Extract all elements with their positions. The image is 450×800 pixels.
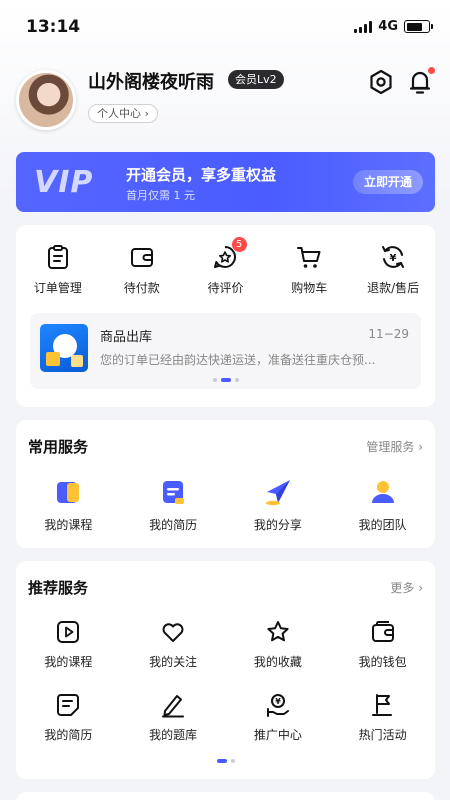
username: 山外阁楼夜听雨: [88, 72, 214, 93]
pen-icon: [162, 695, 185, 718]
recommended-services-grid: 我的课程 我的关注 我的收藏 我的钱包 我的简历 我的题库 ¥ 推广中心 热门活…: [16, 619, 435, 743]
order-label: 待评价: [207, 281, 244, 295]
order-label: 订单管理: [33, 281, 82, 295]
signal-icon: [354, 20, 373, 33]
orders-card: 订单管理 待付款 5 待评价 购物车 ¥ 退款/售后 商品出库 11−29 您的…: [16, 225, 435, 407]
status-time: 13:14: [26, 17, 81, 37]
refund-aftersale[interactable]: ¥ 退款/售后: [351, 243, 435, 296]
shopping-cart[interactable]: 购物车: [267, 243, 351, 296]
status-indicators: 4G: [354, 19, 433, 34]
member-level-badge: 会员Lv2: [228, 70, 284, 89]
rec-label: 我的简历: [44, 728, 93, 742]
rec-label: 热门活动: [358, 728, 407, 742]
play-icon: [57, 621, 80, 643]
service-label: 我的团队: [358, 518, 407, 532]
wallet-icon: [130, 248, 153, 267]
network-type: 4G: [378, 19, 398, 34]
rec-my-courses[interactable]: 我的课程: [16, 619, 121, 670]
refund-icon: ¥: [382, 246, 405, 268]
order-label: 退款/售后: [367, 281, 420, 295]
flag-icon: [371, 694, 392, 716]
vip-subtitle: 首月仅需 1 元: [126, 189, 195, 202]
order-management[interactable]: 订单管理: [16, 243, 100, 296]
rec-promotion-center[interactable]: ¥ 推广中心: [226, 692, 331, 743]
rec-label: 我的钱包: [358, 655, 407, 669]
promotion-icon: ¥: [266, 694, 289, 717]
personal-center-button[interactable]: 个人中心 ›: [88, 104, 158, 123]
vip-title: 开通会员，享多重权益: [126, 166, 277, 184]
rec-label: 我的课程: [44, 655, 93, 669]
shipment-description: 您的订单已经由韵达快递运送，准备送往重庆仓预...: [100, 353, 376, 367]
rec-my-favorites[interactable]: 我的收藏: [226, 619, 331, 670]
order-shortcuts: 订单管理 待付款 5 待评价 购物车 ¥ 退款/售后: [16, 237, 435, 296]
next-card-peek: [16, 792, 435, 800]
svg-text:¥: ¥: [390, 253, 397, 264]
rec-my-question-bank[interactable]: 我的题库: [121, 692, 226, 743]
battery-icon: [404, 20, 433, 33]
document-icon: [57, 694, 80, 716]
settings-button[interactable]: [367, 68, 395, 96]
star-icon: [267, 621, 289, 642]
rec-hot-activities[interactable]: 热门活动: [330, 692, 435, 743]
share-plane-icon: [265, 480, 290, 506]
clipboard-icon: [47, 245, 68, 269]
rec-label: 我的关注: [149, 655, 198, 669]
common-services-list: 我的课程 我的简历 我的分享 我的团队: [16, 478, 435, 533]
rec-my-follows[interactable]: 我的关注: [121, 619, 226, 670]
svg-text:¥: ¥: [275, 697, 281, 706]
pending-review[interactable]: 5 待评价: [184, 237, 268, 296]
rec-label: 我的收藏: [253, 655, 302, 669]
cart-icon: [297, 247, 321, 268]
rec-label: 我的题库: [149, 728, 198, 742]
resume-icon: [163, 481, 185, 504]
avatar[interactable]: [16, 70, 76, 130]
section-title: 常用服务: [28, 438, 89, 456]
service-my-share[interactable]: 我的分享: [226, 478, 331, 533]
vip-banner[interactable]: VIP 开通会员，享多重权益 首月仅需 1 元 立即开通: [16, 152, 435, 212]
heart-icon: [162, 623, 184, 642]
section-title: 推荐服务: [28, 579, 89, 597]
rec-my-wallet[interactable]: 我的钱包: [330, 619, 435, 670]
carousel-dots: [30, 378, 421, 382]
rec-my-resume[interactable]: 我的简历: [16, 692, 121, 743]
order-label: 购物车: [291, 281, 328, 295]
rec-label: 推广中心: [253, 728, 302, 742]
service-label: 我的简历: [149, 518, 198, 532]
notification-dot: [428, 67, 435, 74]
wallet-icon: [371, 621, 394, 642]
manage-services-link[interactable]: 管理服务 ›: [366, 438, 423, 455]
hexagon-settings-icon: [370, 69, 392, 95]
open-vip-button[interactable]: 立即开通: [352, 170, 423, 194]
pagination-dots: [16, 759, 435, 763]
shipment-thumbnail: [40, 324, 88, 372]
service-my-team[interactable]: 我的团队: [330, 478, 435, 533]
review-count-badge: 5: [231, 237, 247, 252]
service-my-courses[interactable]: 我的课程: [16, 478, 121, 533]
vip-logo: VIP: [34, 165, 94, 200]
pending-payment[interactable]: 待付款: [100, 243, 184, 296]
status-bar: 13:14 4G: [0, 0, 450, 52]
team-icon: [371, 481, 394, 503]
service-my-resume[interactable]: 我的简历: [121, 478, 226, 533]
course-icon: [57, 482, 80, 503]
shipment-title: 商品出库: [100, 330, 153, 345]
service-label: 我的课程: [44, 518, 93, 532]
more-link[interactable]: 更多 ›: [390, 579, 423, 596]
common-services-card: 常用服务 管理服务 › 我的课程 我的简历 我的分享 我的团队: [16, 420, 435, 548]
notification-button[interactable]: [406, 67, 435, 96]
shipment-date: 11−29: [368, 327, 409, 341]
shipment-notice[interactable]: 商品出库 11−29 您的订单已经由韵达快递运送，准备送往重庆仓预...: [30, 313, 421, 389]
service-label: 我的分享: [253, 518, 302, 532]
order-label: 待付款: [123, 281, 160, 295]
recommended-services-card: 推荐服务 更多 › 我的课程 我的关注 我的收藏 我的钱包 我的简历 我的题库 …: [16, 561, 435, 779]
